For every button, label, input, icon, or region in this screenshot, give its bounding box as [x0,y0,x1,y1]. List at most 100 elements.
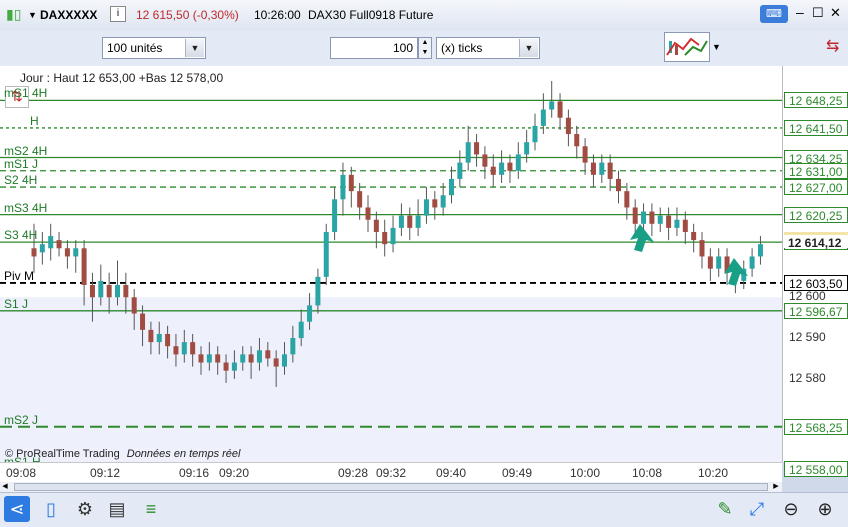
candle [407,207,413,241]
candle [649,203,655,237]
horizontal-scrollbar[interactable]: ◀ ▶ [0,482,782,492]
indicator-icon[interactable] [664,32,710,62]
x-tick: 09:32 [376,466,407,480]
chart-tools-icon[interactable]: ✎ [712,496,738,522]
zoom-fit-icon[interactable]: ⤢ [744,496,770,522]
footer-brand: © ProRealTime Trading [5,448,120,460]
candle [757,236,763,265]
price-chart[interactable] [0,66,782,470]
ticks-unit-value: (x) ticks [441,41,483,55]
candle [616,170,621,204]
ticks-stepper[interactable]: ▲ ▼ [418,37,432,59]
units-select[interactable]: 100 unités ▼ [102,37,206,59]
candle [457,150,463,188]
level-price: 12 631,00 [784,162,848,179]
chevron-down-icon[interactable]: ▼ [185,39,204,57]
candle [332,187,338,241]
zoom-in-icon[interactable]: ⊕ [812,496,838,522]
minimize-icon[interactable]: – [796,4,804,20]
time-axis[interactable]: 09:08 09:12 09:16 09:20 09:28 09:32 09:40 09:49… [0,462,782,483]
level-price: 12 627,00 [784,179,848,196]
level-label: mS1 4H [4,86,48,101]
candle [365,195,371,232]
zoom-out-icon[interactable]: ⊖ [778,496,804,522]
candle [515,142,521,179]
x-tick: 09:12 [90,466,121,480]
share-icon[interactable]: ⋖ [4,496,30,522]
candle [507,154,513,183]
x-tick: 09:20 [219,466,250,480]
candle [382,219,388,257]
candle [590,154,596,188]
chart-indicator-icon [666,37,708,56]
candle [657,207,663,232]
scroll-left-icon[interactable]: ◀ [0,482,10,492]
candle [490,154,496,188]
title-bar: ▮▯ ▼ DAXXXXX i 12 615,50 (-0,30%) 10:26:… [0,0,848,31]
chevron-down-icon[interactable]: ▼ [519,39,538,57]
candle [48,223,54,261]
maximize-icon[interactable]: ☐ [812,5,824,21]
units-value: 100 unités [107,41,163,55]
candle [674,207,680,237]
candle [499,150,505,183]
candle [549,81,555,118]
settings-icon[interactable]: ⚙ [72,496,98,522]
candle [56,231,62,257]
level-label: mS3 4H [4,200,48,215]
signal-arrow-icon [630,224,654,252]
ticks-input[interactable]: 100 [330,37,418,59]
candle [323,223,329,285]
x-tick: 09:49 [502,466,533,480]
candle [607,154,613,192]
x-tick: 10:00 [570,466,601,480]
chart-area[interactable]: Jour : Haut 12 653,00 +Bas 12 578,00 ⇅ m… [0,66,782,470]
candle [449,166,454,204]
candle [599,154,605,183]
dropdown-icon[interactable]: ▼ [28,10,37,20]
side-panel-icon[interactable]: ⇆ [826,36,839,56]
candle [440,183,446,216]
candle [73,240,79,273]
candle [482,146,488,179]
candle [348,166,354,208]
candle [64,240,70,269]
level-label: H [30,113,39,128]
table-icon[interactable]: ▤ [104,496,130,522]
candle [699,231,705,269]
level-price: 12 568,25 [784,418,848,435]
indicator-dropdown-icon[interactable]: ▼ [712,42,721,52]
candle-icon[interactable]: ▮▯ [6,6,21,23]
candle [390,215,396,253]
candle [574,125,580,159]
y-tick: 12 600 [789,289,826,304]
ticks-unit-select[interactable]: (x) ticks ▼ [436,37,540,59]
symbol-label[interactable]: DAXXXXX [40,8,97,22]
level-price: 12 620,25 [784,206,848,223]
candle [749,248,755,277]
candle [474,134,480,167]
info-icon[interactable]: i [110,6,126,22]
candle [423,187,429,224]
level-label: S2 4H [4,173,38,188]
list-icon[interactable]: ≡ [138,496,164,522]
candle [432,191,438,220]
scroll-thumb[interactable] [14,483,768,491]
candle [532,113,538,151]
keyboard-icon[interactable]: ⌨ [760,5,788,23]
device-icon[interactable]: ▯ [38,496,64,522]
price-change: 12 615,50 (-0,30%) [136,8,239,22]
x-tick: 09:08 [6,466,37,480]
candle [707,248,713,281]
candle [716,248,722,277]
level-label: S1 J [4,296,29,311]
candle [691,223,697,253]
level-price: 12 596,67 [784,302,848,319]
candle [666,207,672,241]
scroll-right-icon[interactable]: ▶ [771,482,781,492]
level-label: Piv M [4,268,34,283]
close-icon[interactable]: ✕ [830,5,841,21]
price-axis[interactable]: 12 648,25 12 641,50 12 634,25 12 631,00 12 6… [782,66,848,477]
candle [565,109,571,147]
candle [557,93,563,130]
